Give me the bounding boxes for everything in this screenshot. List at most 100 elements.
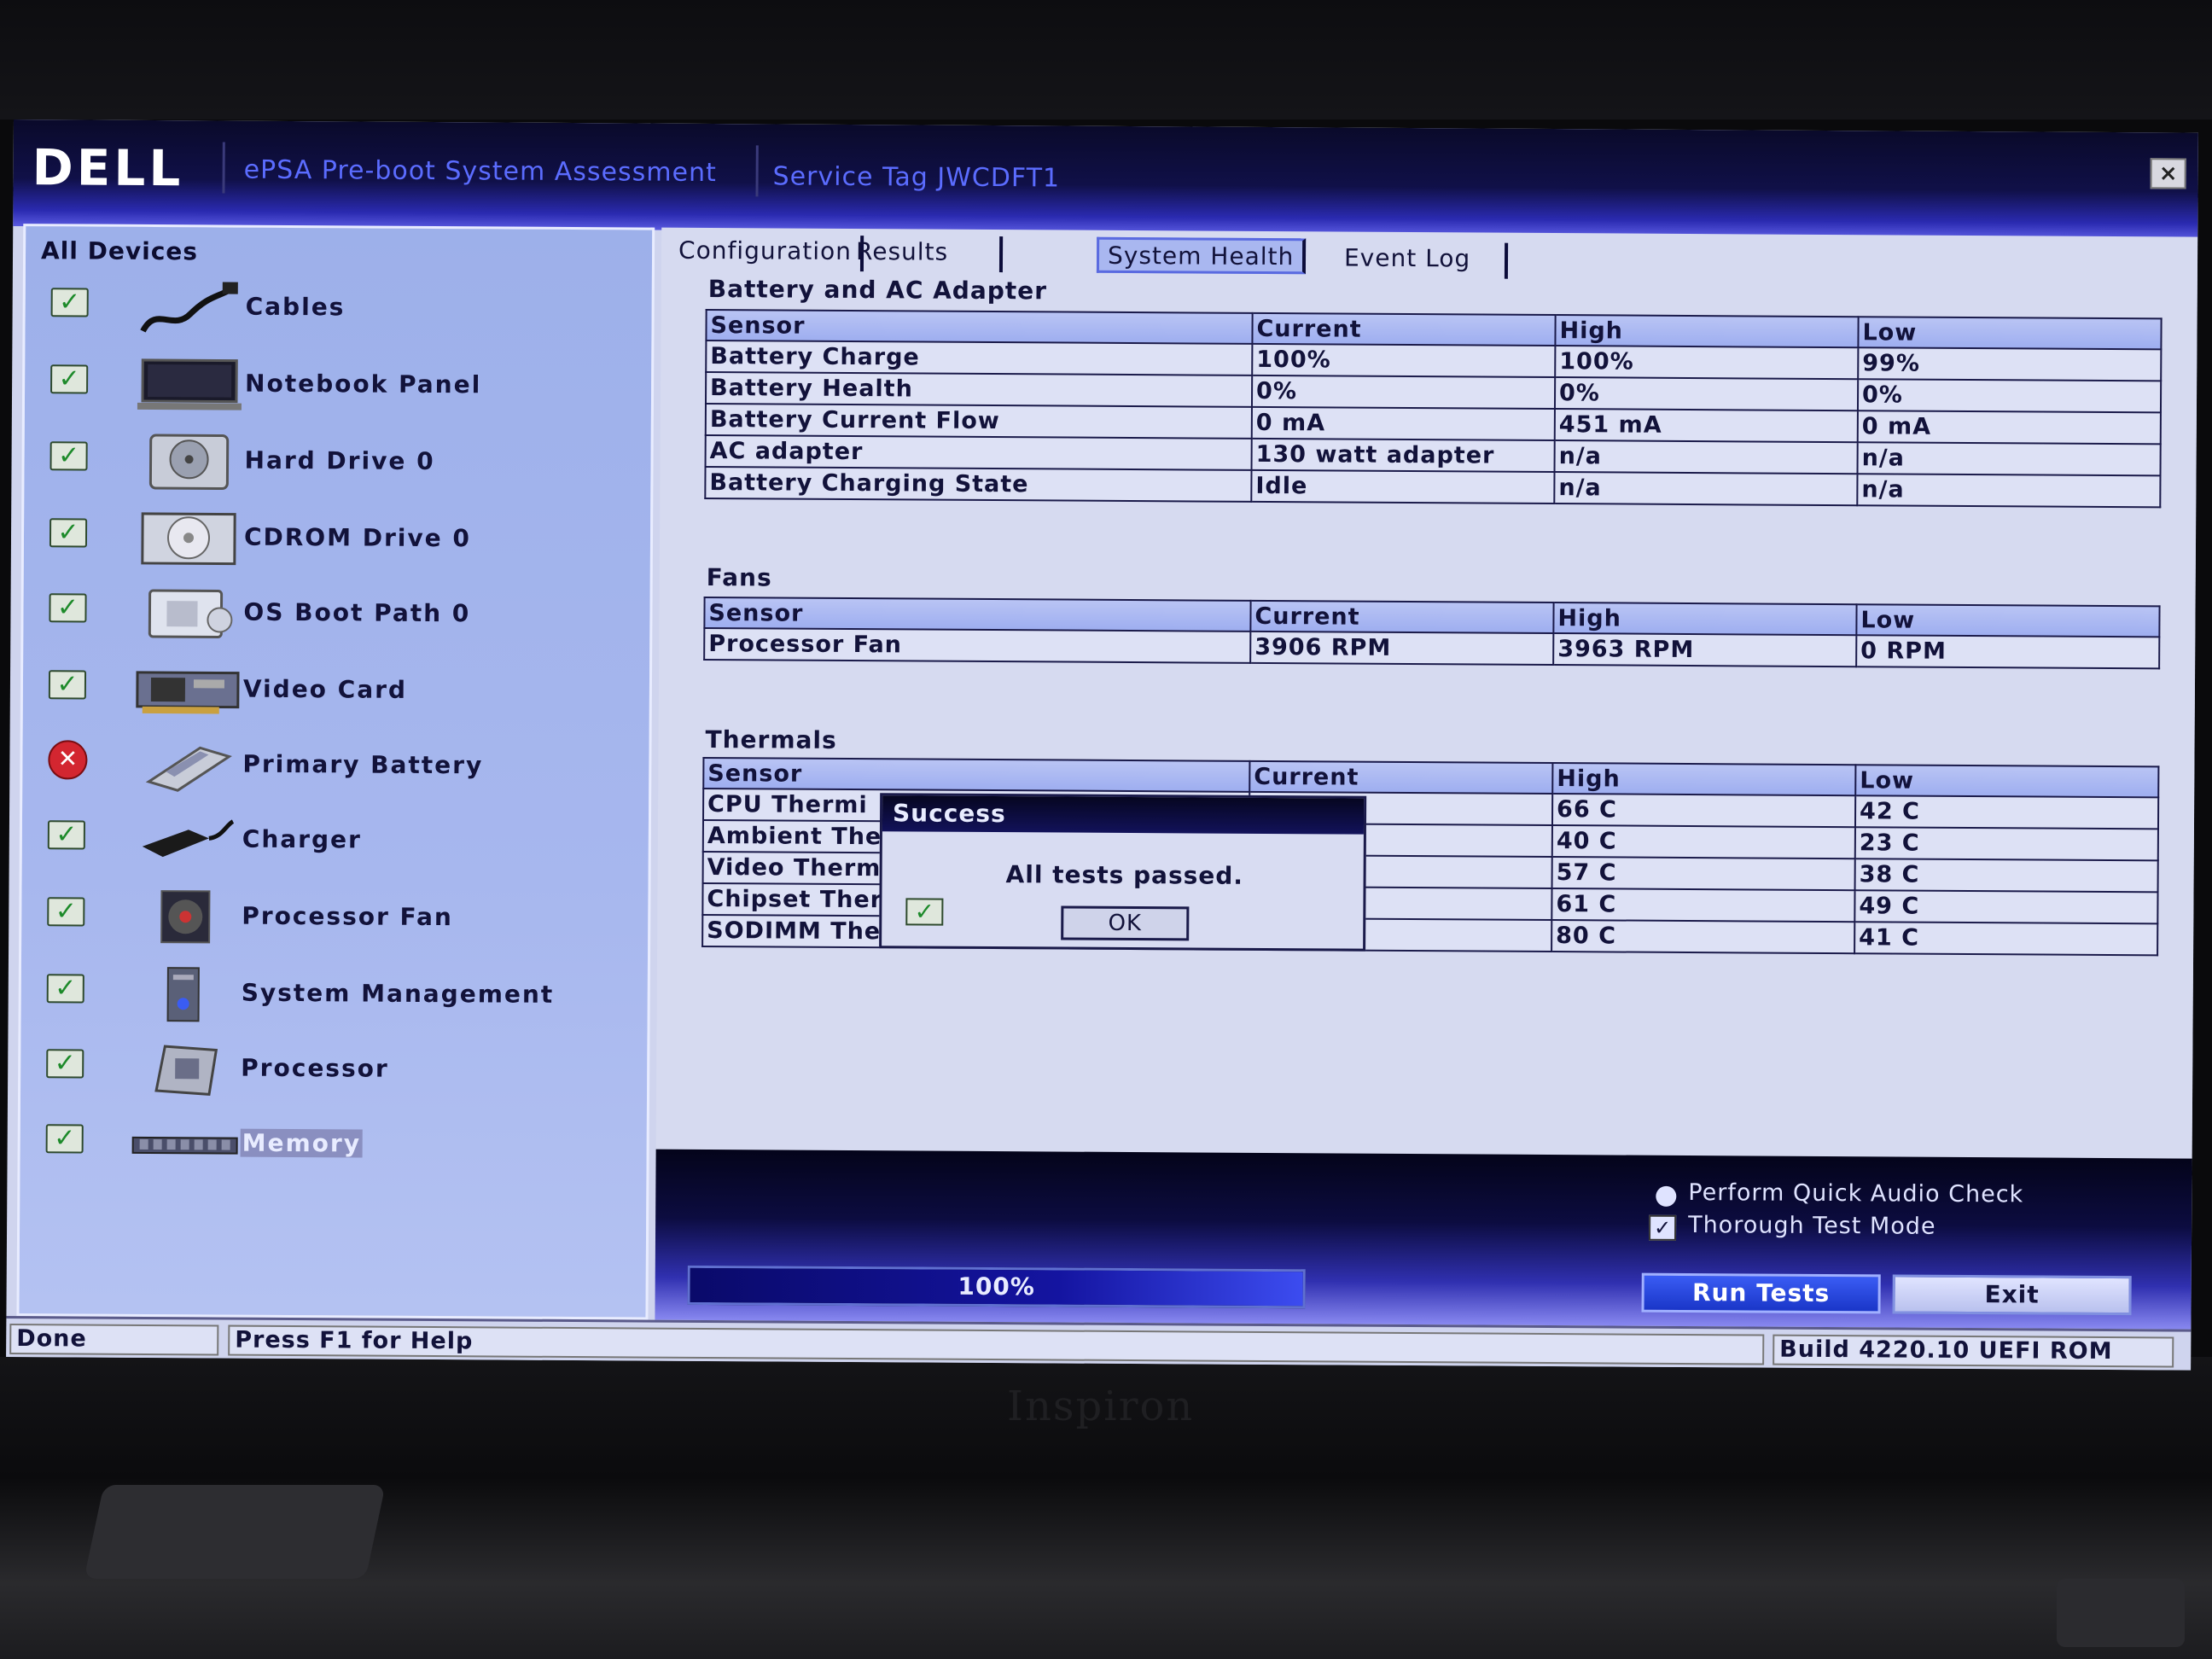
table-cell: n/a bbox=[1857, 442, 2161, 476]
table-cell: AC adapter bbox=[705, 434, 1252, 470]
column-header: Sensor bbox=[704, 597, 1251, 632]
table-cell: Battery Health bbox=[705, 371, 1253, 407]
device-list-panel: All Devices ✓ Cables ✓ Notebook Panel ✓ … bbox=[16, 224, 656, 1320]
device-label: Processor Fan bbox=[242, 901, 453, 932]
table-cell: 99% bbox=[1858, 347, 2162, 381]
tab-results[interactable]: Results bbox=[812, 235, 1004, 273]
dell-logo: DELL bbox=[32, 138, 184, 198]
success-dialog: Success All tests passed. ✓ OK bbox=[879, 793, 1367, 952]
device-item-processor[interactable]: ✓ Processor bbox=[20, 1039, 652, 1111]
table-cell: 3906 RPM bbox=[1250, 631, 1554, 666]
table-cell: Idle bbox=[1251, 469, 1555, 504]
title-bar: DELL ePSA Pre-boot System Assessment Ser… bbox=[13, 119, 2198, 240]
device-item-primary-battery[interactable]: ✕ Primary Battery bbox=[22, 735, 654, 807]
tab-event-log[interactable]: Event Log bbox=[1318, 242, 1509, 279]
column-header: Current bbox=[1252, 312, 1556, 346]
column-header: Low bbox=[1855, 765, 2159, 798]
table-cell: 57 C bbox=[1551, 857, 1855, 891]
tab-system-health[interactable]: System Health bbox=[1096, 236, 1307, 275]
device-label: Cables bbox=[245, 292, 346, 322]
device-label: Processor bbox=[241, 1053, 389, 1083]
laptop-icon bbox=[134, 355, 245, 416]
run-tests-button[interactable]: Run Tests bbox=[1641, 1272, 1881, 1314]
device-item-cables[interactable]: ✓ Cables bbox=[25, 277, 656, 350]
device-item-hard-drive[interactable]: ✓ Hard Drive 0 bbox=[24, 431, 655, 504]
fan-icon bbox=[131, 888, 242, 948]
device-label: Video Card bbox=[242, 674, 408, 704]
thorough-mode-label: Thorough Test Mode bbox=[1688, 1212, 1936, 1240]
device-label: CDROM Drive 0 bbox=[243, 522, 472, 553]
exit-button[interactable]: Exit bbox=[1892, 1274, 2132, 1316]
charger-icon bbox=[131, 811, 242, 871]
table-cell: Battery Charge bbox=[706, 340, 1253, 375]
pass-check-icon: ✓ bbox=[46, 1048, 84, 1079]
device-list-title: All Devices bbox=[40, 236, 199, 266]
progress-text: 100% bbox=[958, 1272, 1036, 1301]
device-item-charger[interactable]: ✓ Charger bbox=[22, 810, 654, 882]
column-header: High bbox=[1553, 602, 1857, 636]
column-header: High bbox=[1555, 315, 1859, 348]
help-hint: Press F1 for Help bbox=[228, 1324, 1765, 1365]
column-header: Sensor bbox=[706, 309, 1253, 344]
table-cell: Processor Fan bbox=[704, 627, 1251, 663]
quick-audio-label: Perform Quick Audio Check bbox=[1688, 1179, 2024, 1208]
table-cell: n/a bbox=[1857, 474, 2161, 508]
table-cell: 23 C bbox=[1854, 827, 2158, 861]
table-cell: 0% bbox=[1251, 375, 1556, 410]
thorough-mode-checkbox[interactable]: ✓ bbox=[1649, 1214, 1677, 1241]
video-card-icon bbox=[132, 661, 243, 721]
device-label: Primary Battery bbox=[242, 749, 484, 780]
hard-drive-icon bbox=[133, 432, 244, 492]
device-item-video-card[interactable]: ✓ Video Card bbox=[23, 660, 655, 732]
memory-icon bbox=[129, 1115, 240, 1175]
cable-icon bbox=[134, 278, 245, 339]
pass-check-icon: ✓ bbox=[46, 973, 84, 1004]
device-item-processor-fan[interactable]: ✓ Processor Fan bbox=[21, 887, 653, 959]
ok-button[interactable]: OK bbox=[1061, 905, 1190, 941]
device-item-notebook-panel[interactable]: ✓ Notebook Panel bbox=[25, 354, 656, 427]
table-cell: 0% bbox=[1857, 379, 2162, 413]
cdrom-icon bbox=[133, 509, 244, 569]
success-check-icon: ✓ bbox=[905, 897, 944, 926]
device-item-cdrom[interactable]: ✓ CDROM Drive 0 bbox=[24, 508, 655, 580]
fans-table: Sensor Current High Low Processor Fan 39… bbox=[703, 596, 2161, 670]
fail-x-icon: ✕ bbox=[48, 740, 88, 780]
dialog-title: Success bbox=[882, 795, 1365, 835]
table-cell: 49 C bbox=[1854, 890, 2158, 924]
table-cell: Battery Charging State bbox=[705, 466, 1252, 502]
service-tag: Service Tag JWCDFT1 bbox=[772, 161, 1061, 194]
laptop-key bbox=[2057, 1579, 2185, 1647]
boot-path-icon bbox=[132, 584, 243, 644]
progress-bar: 100% bbox=[687, 1265, 1306, 1309]
app-title: ePSA Pre-boot System Assessment bbox=[243, 154, 717, 189]
table-cell: 40 C bbox=[1551, 825, 1855, 859]
status-text: Done bbox=[9, 1323, 219, 1356]
power-button bbox=[84, 1485, 386, 1579]
pass-check-icon: ✓ bbox=[50, 364, 89, 394]
device-label: OS Boot Path 0 bbox=[243, 597, 471, 628]
dialog-message: All tests passed. bbox=[1005, 860, 1244, 890]
table-cell: n/a bbox=[1554, 472, 1858, 506]
table-cell: 130 watt adapter bbox=[1251, 438, 1555, 473]
battery-icon bbox=[131, 736, 242, 796]
title-separator bbox=[222, 142, 225, 194]
table-cell: 3963 RPM bbox=[1553, 633, 1857, 667]
device-label: Charger bbox=[242, 824, 362, 854]
table-cell: 100% bbox=[1555, 346, 1859, 380]
device-label: Notebook Panel bbox=[245, 369, 482, 399]
column-header: High bbox=[1552, 763, 1856, 796]
pass-check-icon: ✓ bbox=[47, 896, 85, 927]
device-item-os-boot-path[interactable]: ✓ OS Boot Path 0 bbox=[23, 583, 655, 655]
table-cell: 38 C bbox=[1854, 859, 2158, 893]
quick-audio-radio[interactable] bbox=[1656, 1185, 1677, 1207]
device-item-system-management[interactable]: ✓ System Management bbox=[20, 963, 652, 1036]
close-button[interactable]: × bbox=[2150, 158, 2186, 189]
pass-check-icon: ✓ bbox=[50, 287, 89, 317]
device-item-memory[interactable]: ✓ Memory bbox=[20, 1114, 651, 1186]
pass-check-icon: ✓ bbox=[45, 1123, 84, 1154]
column-header: Sensor bbox=[703, 757, 1250, 792]
table-cell: 0 RPM bbox=[1856, 635, 2160, 669]
battery-section-title: Battery and AC Adapter bbox=[707, 274, 1048, 306]
table-cell: 0 mA bbox=[1251, 406, 1555, 441]
column-header: Low bbox=[1858, 317, 2162, 350]
